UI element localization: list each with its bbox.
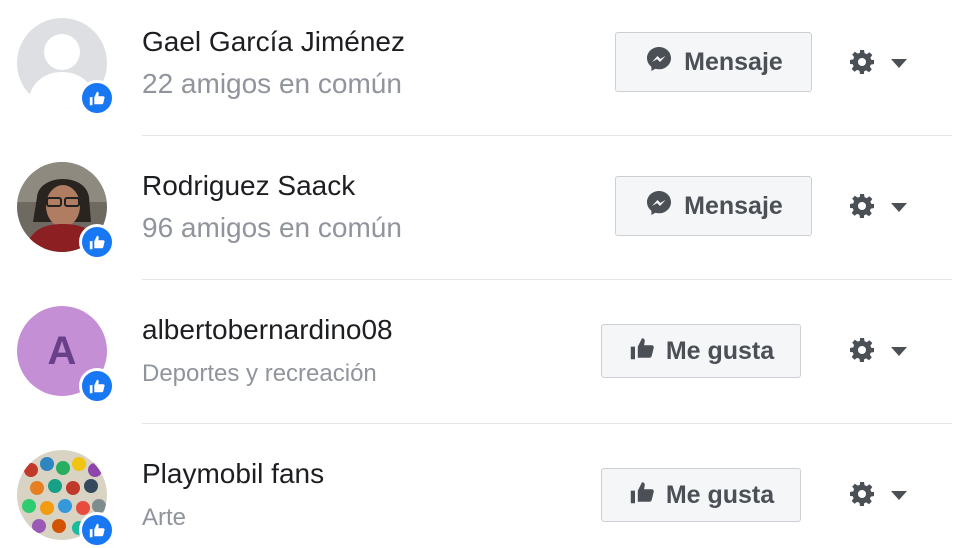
list-item: Rodriguez Saack 96 amigos en común Mensa… [0,144,960,288]
divider [142,135,952,136]
divider [142,279,952,280]
thumbs-up-icon [628,478,656,513]
thumbs-up-icon [79,512,115,548]
divider [142,423,952,424]
item-subtitle[interactable]: 96 amigos en común [142,212,402,244]
chevron-down-icon [890,200,908,218]
message-button[interactable]: Mensaje [615,176,812,236]
item-name[interactable]: albertobernardino08 [142,314,393,346]
item-subtitle[interactable]: Arte [142,504,186,532]
gear-icon [848,480,876,513]
thumbs-up-icon [79,368,115,404]
settings-dropdown[interactable] [848,336,908,369]
list-item: A albertobernardino08 Deportes y recreac… [0,288,960,432]
item-name[interactable]: Playmobil fans [142,458,324,490]
thumbs-up-icon [79,80,115,116]
message-button[interactable]: Mensaje [615,32,812,92]
gear-icon [848,336,876,369]
settings-dropdown[interactable] [848,192,908,225]
messenger-icon [644,188,674,225]
list-item: Gael García Jiménez 22 amigos en común M… [0,0,960,144]
avatar-letter: A [47,328,77,373]
chevron-down-icon [890,56,908,74]
thumbs-up-icon [79,224,115,260]
message-button-label: Mensaje [684,191,783,220]
list-item: Playmobil fans Arte Me gusta [0,432,960,548]
item-subtitle[interactable]: Deportes y recreación [142,360,377,388]
like-button-label: Me gusta [665,336,775,365]
messenger-icon [644,44,674,81]
like-button[interactable]: Me gusta [601,324,801,378]
message-button-label: Mensaje [684,47,783,76]
settings-dropdown[interactable] [848,480,908,513]
chevron-down-icon [890,344,908,362]
item-name[interactable]: Gael García Jiménez [142,26,405,58]
like-button-label: Me gusta [665,480,775,509]
like-button[interactable]: Me gusta [601,468,801,522]
thumbs-up-icon [628,334,656,369]
settings-dropdown[interactable] [848,48,908,81]
item-name[interactable]: Rodriguez Saack [142,170,355,202]
chevron-down-icon [890,488,908,506]
gear-icon [848,48,876,81]
item-subtitle[interactable]: 22 amigos en común [142,68,402,100]
gear-icon [848,192,876,225]
